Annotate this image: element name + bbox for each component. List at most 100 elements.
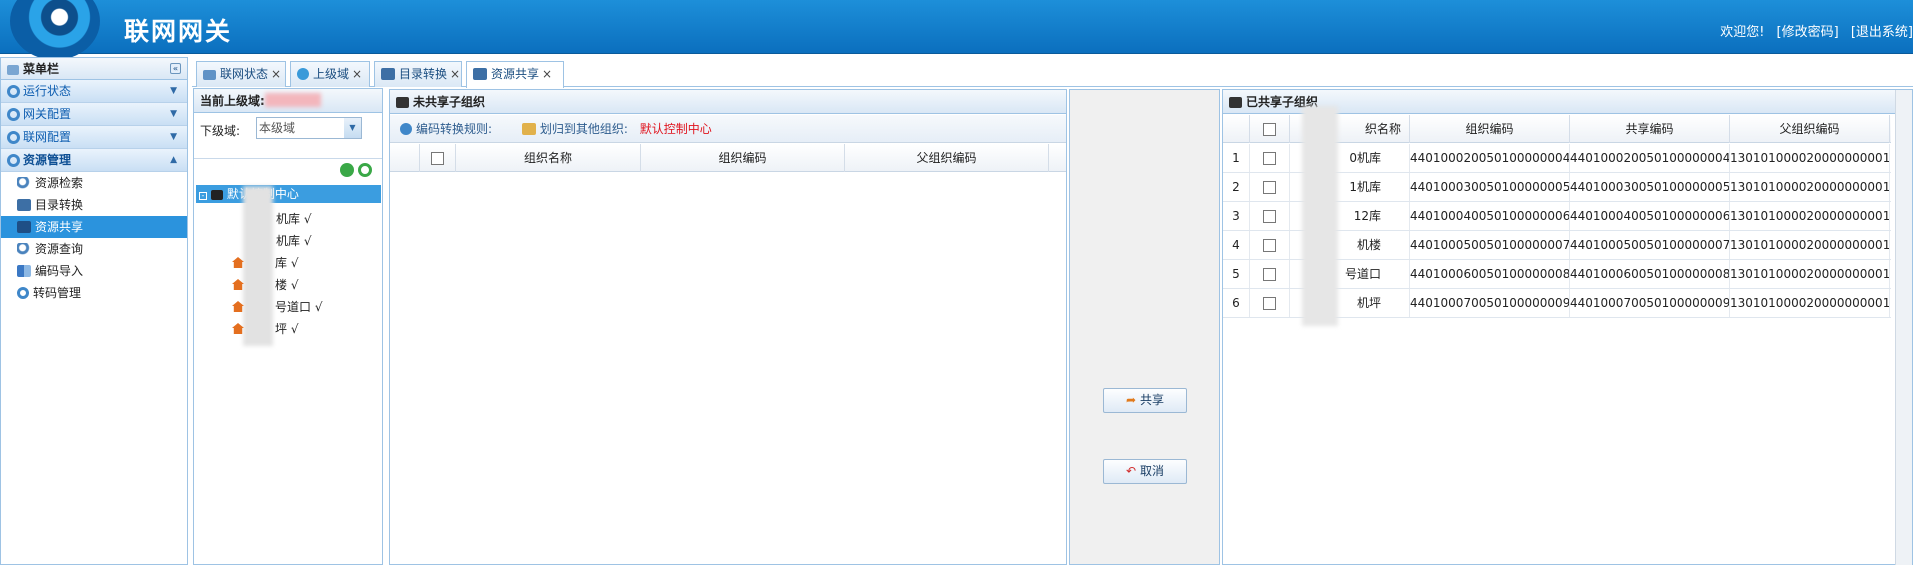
sidebar-item-catalog-convert[interactable]: 目录转换: [1, 194, 187, 216]
vertical-scrollbar[interactable]: [1895, 90, 1912, 565]
select-all-checkbox[interactable]: [1263, 123, 1276, 136]
row-number: 4: [1223, 231, 1250, 259]
unshared-title: 未共享子组织: [413, 95, 486, 109]
redacted-domain: [264, 93, 321, 107]
row-number: 3: [1223, 202, 1250, 230]
lower-domain-select[interactable]: 本级域 ▼: [256, 117, 362, 139]
tab-label: 资源共享: [491, 67, 540, 81]
tree-node[interactable]: 机库 √: [232, 230, 311, 252]
monitor-icon: [17, 221, 31, 233]
row-checkbox-cell: [1250, 144, 1290, 172]
row-checkbox-cell: [1250, 231, 1290, 259]
sidebar-header: 菜单栏 «: [1, 58, 187, 80]
parent-code-cell: 130101000020000000001: [1730, 144, 1890, 172]
monitor-icon: [17, 199, 31, 211]
tab-label: 目录转换: [399, 67, 448, 81]
divider: [194, 158, 382, 159]
share-label: 共享: [1139, 393, 1164, 407]
tab-resource-share[interactable]: 资源共享 ×: [466, 61, 564, 88]
section-resource-management[interactable]: 资源管理 ▲: [1, 149, 187, 172]
sidebar-item-transcode-management[interactable]: 转码管理: [1, 282, 187, 304]
unshared-title-bar: 未共享子组织: [390, 90, 1066, 114]
refresh-icon: [400, 123, 412, 135]
tab-catalog-convert[interactable]: 目录转换 ×: [374, 61, 462, 87]
close-icon[interactable]: ×: [450, 67, 460, 81]
chevron-down-icon[interactable]: ▼: [344, 118, 361, 138]
network-icon: [203, 70, 216, 80]
section-gateway-config[interactable]: 网关配置 ▼: [1, 103, 187, 126]
column-parent-code[interactable]: 父组织编码: [1730, 115, 1890, 143]
add-icon[interactable]: [340, 163, 354, 177]
close-icon[interactable]: ×: [352, 67, 362, 81]
chevron-down-icon: ▼: [170, 132, 177, 142]
column-parent-code[interactable]: 父组织编码: [845, 144, 1049, 172]
column-org-code[interactable]: 组织编码: [1410, 115, 1570, 143]
tree-node[interactable]: 库 √: [232, 252, 298, 274]
sidebar-item-label: 编码导入: [35, 264, 84, 278]
tree-node-label: 坪 √: [275, 322, 299, 336]
tree-node[interactable]: 坪 √: [232, 318, 298, 340]
tab-label: 联网状态: [220, 67, 269, 81]
lower-domain-label: 下级域:: [200, 124, 241, 138]
move-org-button[interactable]: 划归到其他组织:: [521, 122, 628, 136]
book-icon: [521, 123, 536, 135]
row-checkbox[interactable]: [1263, 239, 1276, 252]
row-number: 6: [1223, 289, 1250, 317]
sidebar-item-resource-share[interactable]: 资源共享: [1, 216, 187, 238]
search-icon: [17, 243, 31, 255]
sidebar-item-label: 转码管理: [33, 286, 82, 300]
sidebar-item-resource-search[interactable]: 资源检索: [1, 172, 187, 194]
tree-node-label: 号道口 √: [275, 300, 323, 314]
share-button[interactable]: ➦ 共享: [1103, 388, 1187, 413]
close-icon[interactable]: ×: [271, 67, 281, 81]
column-org-name[interactable]: 组织名称: [456, 144, 641, 172]
cancel-button[interactable]: ↶ 取消: [1103, 459, 1187, 484]
logout-link[interactable]: [退出系统]: [1851, 25, 1913, 40]
code-rule-button[interactable]: 编码转换规则:: [400, 122, 492, 136]
org-code-cell: 440100050050100000007: [1410, 231, 1570, 259]
section-label: 资源管理: [23, 153, 72, 167]
monitor-icon: [1229, 97, 1242, 108]
section-run-status[interactable]: 运行状态 ▼: [1, 80, 187, 103]
row-checkbox[interactable]: [1263, 210, 1276, 223]
action-column: ➦ 共享 ↶ 取消: [1069, 89, 1220, 565]
row-checkbox[interactable]: [1263, 181, 1276, 194]
gear-icon: [7, 154, 20, 167]
column-org-code[interactable]: 组织编码: [641, 144, 845, 172]
column-share-code[interactable]: 共享编码: [1570, 115, 1730, 143]
collapse-sidebar-icon[interactable]: «: [170, 63, 181, 74]
close-icon[interactable]: ×: [542, 67, 552, 81]
tree-node[interactable]: 机库 √: [232, 208, 311, 230]
default-center-text: 默认控制中心: [639, 122, 712, 136]
tree-node-label: 库 √: [275, 256, 299, 270]
share-arrow-icon: ➦: [1126, 393, 1137, 407]
sidebar-item-label: 资源检索: [35, 176, 84, 190]
row-number: 2: [1223, 173, 1250, 201]
tree-node[interactable]: 楼 √: [232, 274, 298, 296]
refresh-icon[interactable]: [358, 163, 372, 177]
share-code-cell: 440100070050100000009: [1570, 289, 1730, 317]
change-password-link[interactable]: [修改密码]: [1777, 25, 1839, 40]
minus-icon[interactable]: -: [199, 192, 207, 200]
row-checkbox[interactable]: [1263, 152, 1276, 165]
tab-network-status[interactable]: 联网状态 ×: [196, 61, 286, 87]
row-number: 1: [1223, 144, 1250, 172]
sidebar-item-resource-query[interactable]: 资源查询: [1, 238, 187, 260]
section-network-config[interactable]: 联网配置 ▼: [1, 126, 187, 149]
sidebar: 菜单栏 « 运行状态 ▼ 网关配置 ▼ 联网配置 ▼ 资源管理 ▲ 资源检索 目录转换 …: [0, 57, 188, 565]
select-all-cell: [1250, 115, 1290, 143]
row-checkbox-cell: [1250, 289, 1290, 317]
unshared-org-panel: 未共享子组织 编码转换规则: 划归到其他组织: 默认控制中心 组织名称 组织编码…: [389, 89, 1067, 565]
row-checkbox-cell: [1250, 260, 1290, 288]
tab-upper-domain[interactable]: 上级域 ×: [290, 61, 370, 87]
tree-node[interactable]: 号道口 √: [232, 296, 322, 318]
sidebar-item-code-import[interactable]: 编码导入: [1, 260, 187, 282]
row-checkbox[interactable]: [1263, 268, 1276, 281]
cancel-label: 取消: [1139, 464, 1164, 478]
house-icon: [232, 257, 244, 268]
row-checkbox[interactable]: [1263, 297, 1276, 310]
current-upper-domain: 当前上级域:: [194, 89, 382, 113]
select-all-checkbox[interactable]: [431, 152, 444, 165]
